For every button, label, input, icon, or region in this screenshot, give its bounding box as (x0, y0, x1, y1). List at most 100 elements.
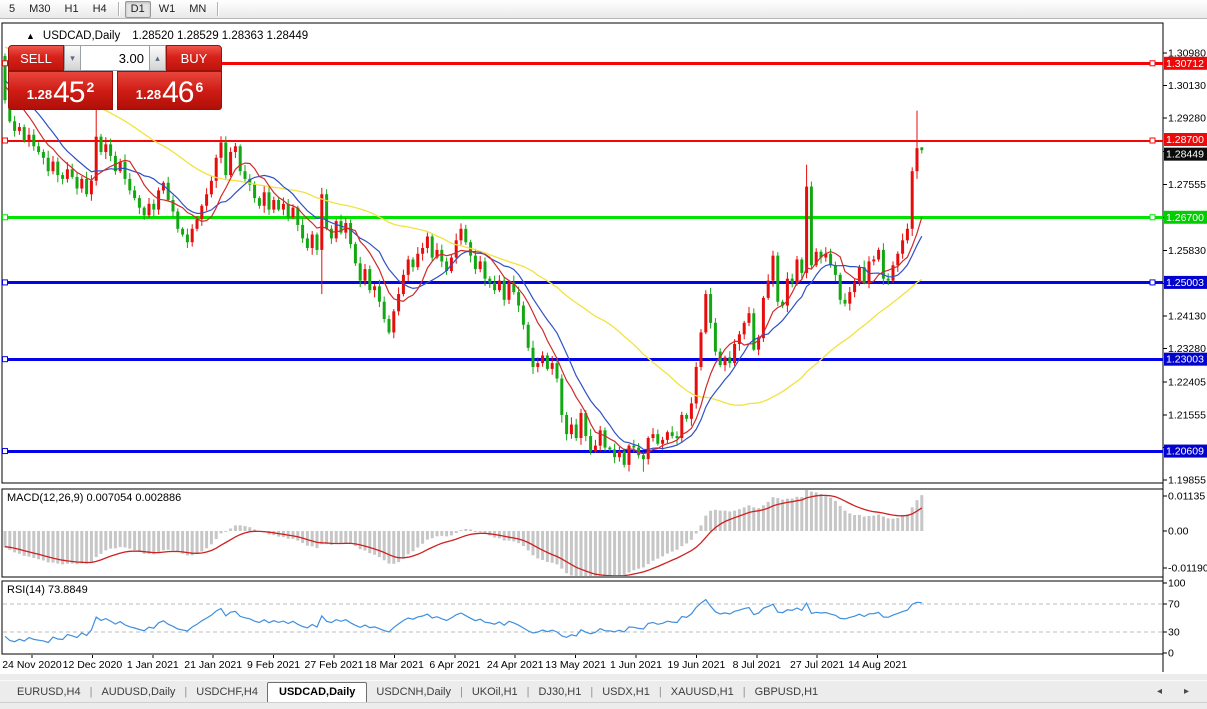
chart-canvas[interactable]: 1.309801.301301.292801.275551.258301.241… (0, 19, 1207, 674)
hline-1.23003[interactable] (2, 358, 1163, 361)
buy-price-display[interactable]: 1.28 46 6 (117, 71, 222, 110)
svg-text:1.30130: 1.30130 (1168, 80, 1206, 92)
svg-text:8 Jul 2021: 8 Jul 2021 (733, 659, 782, 671)
volume-increase-button[interactable]: ▴ (149, 45, 166, 71)
sell-button[interactable]: SELL (8, 45, 64, 71)
svg-text:1.20609: 1.20609 (1166, 446, 1204, 458)
line-anchor-left[interactable] (2, 448, 8, 455)
line-anchor-right[interactable] (1149, 279, 1156, 286)
svg-text:24 Apr 2021: 24 Apr 2021 (487, 659, 544, 671)
buy-price-main: 46 (162, 76, 194, 109)
candle-body (291, 207, 295, 218)
tab-xauusd-h1[interactable]: XAUUSD,H1 (662, 683, 743, 702)
sell-price-prefix: 1.28 (26, 87, 53, 102)
candle-body (464, 228, 468, 243)
candle-body (425, 236, 429, 248)
tab-ukoil-h1[interactable]: UKOil,H1 (463, 683, 527, 702)
candle-body (377, 286, 381, 302)
line-anchor-left[interactable] (2, 356, 8, 363)
trade-panel-top-row: SELL ▾ 3.00 ▴ BUY (8, 45, 222, 71)
candle-body (46, 157, 50, 172)
hline-1.287[interactable] (2, 140, 1163, 142)
tab-eurusd-h4[interactable]: EURUSD,H4 (8, 683, 90, 702)
tab-usdcad-daily[interactable]: USDCAD,Daily (267, 682, 368, 702)
candle-body (315, 234, 319, 250)
candle-body (579, 413, 583, 438)
candle-body (521, 305, 525, 325)
candle-body (152, 203, 156, 210)
tab-scroll-left-icon[interactable]: ◂ (1157, 686, 1162, 697)
candle-body (886, 278, 890, 281)
svg-text:1.26700: 1.26700 (1166, 212, 1204, 224)
candle-body (305, 238, 309, 248)
candle-body (473, 255, 477, 270)
tab-usdchf-h4[interactable]: USDCHF,H4 (187, 683, 267, 702)
tab-audusd-daily[interactable]: AUDUSD,Daily (92, 683, 184, 702)
candle-body (910, 171, 914, 229)
candle-body (905, 228, 909, 241)
tab-dj30-h1[interactable]: DJ30,H1 (530, 683, 591, 702)
candle-body (709, 294, 713, 323)
svg-text:18 Mar 2021: 18 Mar 2021 (365, 659, 424, 671)
timeframe-w1[interactable]: W1 (153, 1, 182, 18)
hline-1.20609[interactable] (2, 450, 1163, 453)
tab-gbpusd-h1[interactable]: GBPUSD,H1 (746, 683, 828, 702)
volume-input[interactable]: 3.00 (81, 45, 149, 71)
buy-button[interactable]: BUY (166, 45, 222, 71)
hline-1.25003[interactable] (2, 281, 1163, 284)
chart-tab-bar: EURUSD,H4 | AUDUSD,Daily | USDCHF,H4 USDCAD,D… (0, 680, 1207, 702)
candle-body (277, 200, 281, 210)
candle-body (622, 451, 626, 465)
chart-title: ▲ USDCAD,Daily 1.28520 1.28529 1.28363 1.2… (26, 30, 308, 42)
candle-body (853, 282, 857, 293)
candle-body (440, 249, 444, 262)
candle-body (915, 148, 919, 172)
candle-body (877, 249, 881, 260)
candle-body (397, 294, 401, 312)
line-anchor-left[interactable] (2, 279, 8, 286)
candle-body (411, 259, 415, 268)
tab-usdx-h1[interactable]: USDX,H1 (593, 683, 659, 702)
timeframe-h4[interactable]: H4 (87, 1, 113, 18)
candle-body (41, 152, 45, 158)
sell-price-display[interactable]: 1.28 45 2 (8, 71, 113, 110)
svg-text:30: 30 (1168, 627, 1180, 639)
timeframe-m30[interactable]: M30 (23, 1, 56, 18)
candle-body (526, 324, 530, 348)
svg-text:RSI(14) 73.8849: RSI(14) 73.8849 (7, 584, 88, 596)
timeframe-mn[interactable]: MN (183, 1, 212, 18)
svg-text:24 Nov 2020: 24 Nov 2020 (2, 659, 62, 671)
candle-body (243, 171, 247, 179)
candle-body (536, 363, 540, 367)
timeframe-h1[interactable]: H1 (59, 1, 85, 18)
candle-body (358, 263, 362, 281)
timeframe-d1[interactable]: D1 (124, 0, 151, 18)
tab-usdcnh-daily[interactable]: USDCNH,Daily (367, 683, 460, 702)
tab-scroll-right-icon[interactable]: ▸ (1184, 686, 1189, 697)
line-anchor-right[interactable] (1149, 60, 1156, 67)
timeframe-5[interactable]: 5 (3, 1, 21, 18)
line-anchor-left[interactable] (2, 137, 8, 144)
line-anchor-right[interactable] (1149, 137, 1156, 144)
toolbar-separator (117, 2, 120, 16)
candle-body (325, 194, 329, 229)
line-anchor-right[interactable] (1149, 214, 1156, 221)
candle-body (843, 299, 847, 304)
candle-body (646, 437, 650, 460)
candle-body (833, 265, 837, 275)
line-anchor-left[interactable] (2, 60, 8, 67)
svg-text:9 Feb 2021: 9 Feb 2021 (247, 659, 300, 671)
candle-body (454, 240, 458, 258)
candle-body (603, 430, 607, 448)
macd-label: MACD(12,26,9) 0.007054 0.002886 (7, 492, 181, 504)
volume-decrease-button[interactable]: ▾ (64, 45, 81, 71)
svg-text:1 Jan 2021: 1 Jan 2021 (127, 659, 179, 671)
candle-body (137, 198, 141, 208)
svg-text:1.29280: 1.29280 (1168, 113, 1206, 125)
line-anchor-left[interactable] (2, 214, 8, 221)
candle-body (896, 253, 900, 266)
candle-body (502, 280, 506, 300)
candle-body (661, 439, 665, 444)
hline-1.267[interactable] (2, 216, 1163, 219)
candle-body (589, 436, 593, 452)
